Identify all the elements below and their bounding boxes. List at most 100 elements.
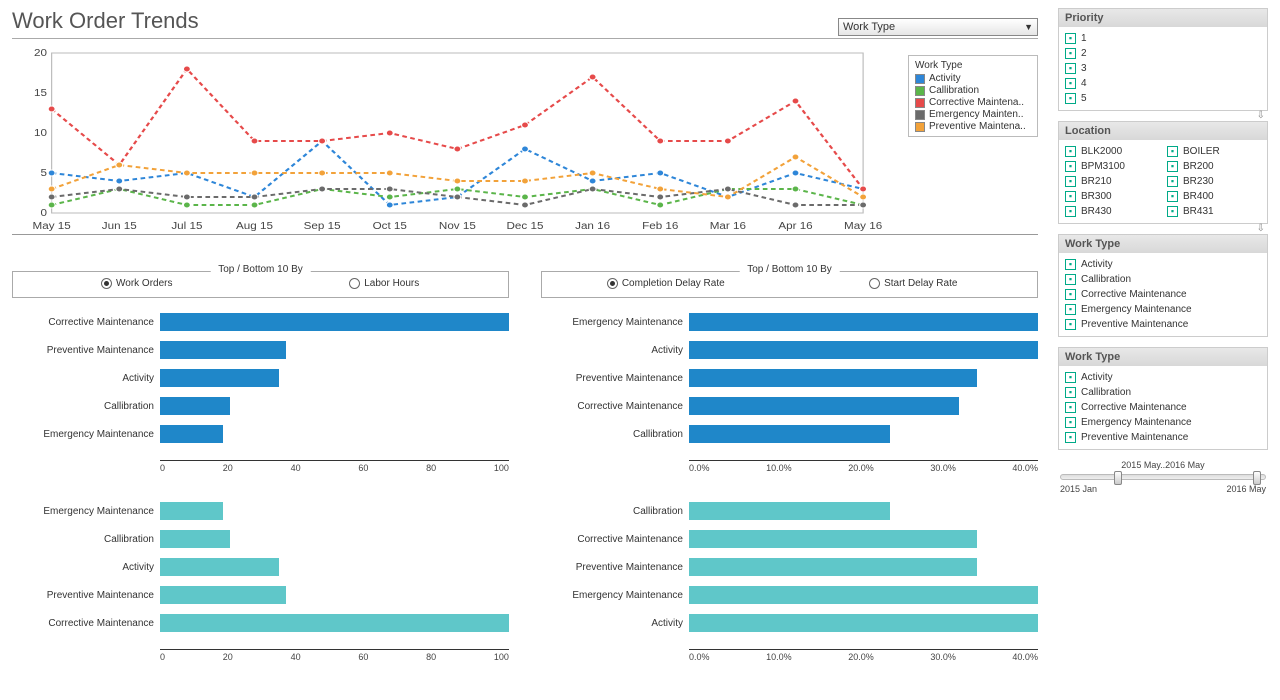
checkbox-icon: ▪ — [1065, 176, 1076, 187]
checkbox-icon: ▪ — [1065, 33, 1076, 44]
filter-item[interactable]: ▪5 — [1065, 91, 1261, 106]
bar-row: Preventive Maintenance — [12, 583, 509, 607]
filter-item[interactable]: ▪BR230 — [1167, 174, 1261, 189]
checkbox-icon: ▪ — [1065, 63, 1076, 74]
filter-item[interactable]: ▪BR300 — [1065, 189, 1159, 204]
svg-text:Jul 15: Jul 15 — [171, 221, 202, 232]
bar-row: Emergency Maintenance — [541, 310, 1038, 334]
filter-item[interactable]: ▪BR400 — [1167, 189, 1261, 204]
filter-item[interactable]: ▪BR430 — [1065, 204, 1159, 219]
date-range-slider[interactable]: 2015 May..2016 May 2015 Jan 2016 May — [1058, 460, 1268, 494]
filter-item[interactable]: ▪Emergency Maintenance — [1065, 415, 1261, 430]
svg-text:5: 5 — [40, 168, 46, 179]
checkbox-icon: ▪ — [1065, 402, 1076, 413]
svg-text:May 16: May 16 — [844, 221, 882, 232]
checkbox-icon: ▪ — [1065, 304, 1076, 315]
svg-text:15: 15 — [34, 88, 47, 99]
work-type-filter-2: Work Type ▪Activity▪Callibration▪Correct… — [1058, 347, 1268, 450]
filter-item[interactable]: ▪Callibration — [1065, 272, 1261, 287]
filter-item[interactable]: ▪1 — [1065, 31, 1261, 46]
svg-text:Apr 16: Apr 16 — [778, 221, 812, 232]
selector-title: Top / Bottom 10 By — [739, 264, 840, 275]
checkbox-icon: ▪ — [1065, 274, 1076, 285]
filter-item[interactable]: ▪Callibration — [1065, 385, 1261, 400]
bar-row: Callibration — [12, 394, 509, 418]
filter-item[interactable]: ▪3 — [1065, 61, 1261, 76]
filter-item[interactable]: ▪Activity — [1065, 370, 1261, 385]
work-type-dropdown[interactable]: Work Type ▼ — [838, 18, 1038, 36]
bar-row: Corrective Maintenance — [541, 527, 1038, 551]
radio-start-delay[interactable]: Start Delay Rate — [790, 278, 1038, 289]
svg-text:Jun 15: Jun 15 — [102, 221, 137, 232]
bar-row: Corrective Maintenance — [541, 394, 1038, 418]
right-selector: Top / Bottom 10 By Completion Delay Rate… — [541, 271, 1038, 298]
bar-row: Callibration — [541, 422, 1038, 446]
expand-icon[interactable]: ⇩ — [1257, 223, 1267, 234]
checkbox-icon: ▪ — [1065, 146, 1076, 157]
filter-item[interactable]: ▪BR210 — [1065, 174, 1159, 189]
checkbox-icon: ▪ — [1065, 191, 1076, 202]
svg-text:Oct 15: Oct 15 — [373, 221, 407, 232]
checkbox-icon: ▪ — [1065, 372, 1076, 383]
filter-item[interactable]: ▪4 — [1065, 76, 1261, 91]
radio-icon — [869, 278, 880, 289]
filter-item[interactable]: ▪Activity — [1065, 257, 1261, 272]
bar-row: Callibration — [12, 527, 509, 551]
bottom-completion-delay-chart: Callibration Corrective Maintenance Preven… — [541, 499, 1038, 649]
checkbox-icon: ▪ — [1065, 78, 1076, 89]
checkbox-icon: ▪ — [1065, 387, 1076, 398]
checkbox-icon: ▪ — [1065, 417, 1076, 428]
radio-completion-delay[interactable]: Completion Delay Rate — [542, 278, 790, 289]
bar-row: Emergency Maintenance — [12, 422, 509, 446]
bar-row: Emergency Maintenance — [541, 583, 1038, 607]
filter-item[interactable]: ▪BLK2000 — [1065, 144, 1159, 159]
right-panel: Top / Bottom 10 By Completion Delay Rate… — [541, 271, 1038, 662]
bar-row: Corrective Maintenance — [12, 310, 509, 334]
filter-item[interactable]: ▪BPM3100 — [1065, 159, 1159, 174]
filter-item[interactable]: ▪Corrective Maintenance — [1065, 287, 1261, 302]
bar-row: Preventive Maintenance — [541, 555, 1038, 579]
svg-text:10: 10 — [34, 128, 47, 139]
expand-icon[interactable]: ⇩ — [1257, 110, 1267, 121]
svg-text:0: 0 — [40, 208, 46, 219]
checkbox-icon: ▪ — [1065, 206, 1076, 217]
filter-item[interactable]: ▪Corrective Maintenance — [1065, 400, 1261, 415]
checkbox-icon: ▪ — [1065, 161, 1076, 172]
priority-filter: Priority ▪1▪2▪3▪4▪5 ⇩ — [1058, 8, 1268, 111]
radio-icon — [349, 278, 360, 289]
slider-handle-end[interactable] — [1253, 471, 1261, 485]
slider-track[interactable] — [1060, 474, 1266, 480]
checkbox-icon: ▪ — [1167, 146, 1178, 157]
svg-text:Nov 15: Nov 15 — [439, 221, 476, 232]
page-title: Work Order Trends — [12, 8, 199, 34]
selector-title: Top / Bottom 10 By — [210, 264, 311, 275]
checkbox-icon: ▪ — [1065, 93, 1076, 104]
checkbox-icon: ▪ — [1167, 206, 1178, 217]
bar-row: Preventive Maintenance — [541, 366, 1038, 390]
radio-labor-hours[interactable]: Labor Hours — [261, 278, 509, 289]
bar-row: Corrective Maintenance — [12, 611, 509, 635]
filter-item[interactable]: ▪BR431 — [1167, 204, 1261, 219]
filter-item[interactable]: ▪2 — [1065, 46, 1261, 61]
slider-handle-start[interactable] — [1114, 471, 1122, 485]
svg-text:Dec 15: Dec 15 — [507, 221, 544, 232]
checkbox-icon: ▪ — [1065, 432, 1076, 443]
radio-work-orders[interactable]: Work Orders — [13, 278, 261, 289]
svg-text:May 15: May 15 — [33, 221, 71, 232]
left-selector: Top / Bottom 10 By Work Orders Labor Hou… — [12, 271, 509, 298]
filter-item[interactable]: ▪BR200 — [1167, 159, 1261, 174]
svg-text:Jan 16: Jan 16 — [575, 221, 610, 232]
bar-row: Activity — [541, 338, 1038, 362]
filter-item[interactable]: ▪Preventive Maintenance — [1065, 317, 1261, 332]
checkbox-icon: ▪ — [1167, 191, 1178, 202]
top-work-orders-chart: Corrective MaintenancePreventive Mainten… — [12, 310, 509, 460]
bar-row: Activity — [12, 366, 509, 390]
chart-legend: Work Type ActivityCallibrationCorrective… — [908, 55, 1038, 137]
filter-item[interactable]: ▪Preventive Maintenance — [1065, 430, 1261, 445]
filter-item[interactable]: ▪Emergency Maintenance — [1065, 302, 1261, 317]
svg-text:Aug 15: Aug 15 — [236, 221, 273, 232]
filter-sidebar: Priority ▪1▪2▪3▪4▪5 ⇩ Location ▪BLK2000▪… — [1058, 8, 1268, 662]
filter-item[interactable]: ▪BOILER — [1167, 144, 1261, 159]
radio-icon — [607, 278, 618, 289]
bar-row: Callibration — [541, 499, 1038, 523]
